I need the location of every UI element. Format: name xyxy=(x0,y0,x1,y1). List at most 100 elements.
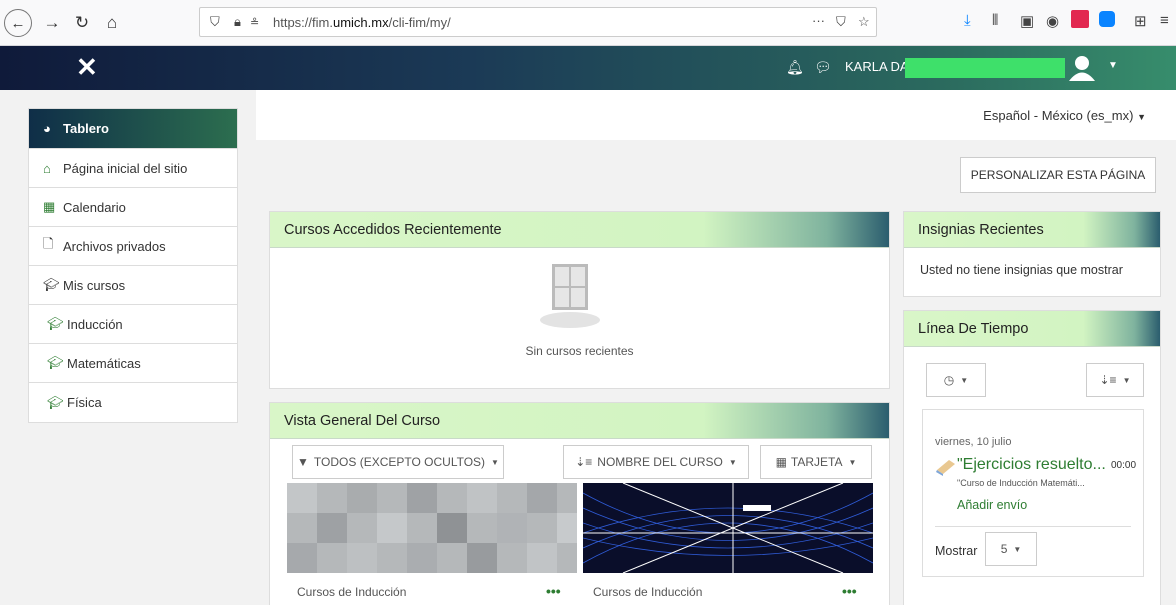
grid-icon: ▦ xyxy=(775,455,787,469)
graduation-cap-icon: 🎓︎ xyxy=(47,394,64,410)
sidebar-icon[interactable]: ▣ xyxy=(1020,12,1034,30)
sidebar-item-calendar[interactable]: ▦ Calendario xyxy=(29,188,237,227)
sidebar-item-label: Archivos privados xyxy=(63,238,166,254)
courses-illustration-icon xyxy=(540,264,600,328)
sidebar-item-label: Inducción xyxy=(67,316,123,332)
clock-icon: ◷ xyxy=(943,373,955,387)
sort-icon: ⇣≡ xyxy=(1099,373,1117,387)
site-navbar: ✕ 🔔︎ 💬︎ KARLA DA ▼ xyxy=(0,46,1176,90)
dashboard-icon: ◕ xyxy=(43,121,51,136)
sidebar-item-home[interactable]: ⌂ Página inicial del sitio xyxy=(29,149,237,188)
view-dropdown[interactable]: ▦ TARJETA ▼ xyxy=(760,445,872,479)
empty-state-text: Sin cursos recientes xyxy=(525,344,634,358)
block-title: Cursos Accedidos Recientemente xyxy=(270,212,889,248)
language-menu[interactable]: Español - México (es_mx) ▼ xyxy=(983,108,1146,123)
block-title: Línea De Tiempo xyxy=(904,311,1160,347)
block-title: Insignias Recientes xyxy=(904,212,1160,248)
graduation-cap-icon: 🎓︎ xyxy=(43,277,60,292)
event-date: viernes, 10 julio xyxy=(935,436,1012,448)
chevron-down-icon: ▼ xyxy=(1137,112,1146,122)
block-title: Vista General Del Curso xyxy=(270,403,889,439)
empty-state-text: Usted no tiene insignias que mostrar xyxy=(920,263,1123,277)
back-button[interactable]: ← xyxy=(4,9,32,37)
redacted-region xyxy=(905,58,1065,78)
sidebar-item-tablero[interactable]: ◕ Tablero xyxy=(29,109,237,149)
pocket-icon[interactable]: ⛉ xyxy=(836,14,846,30)
chevron-down-icon[interactable]: ▼ xyxy=(1108,60,1118,71)
url-text: https://fim.umich.mx/cli-fim/my/ xyxy=(273,15,451,30)
customize-page-button[interactable]: PERSONALIZAR ESTA PÁGINA xyxy=(960,157,1156,193)
sidebar-item-private-files[interactable]: 🗋︎ Archivos privados xyxy=(29,227,237,266)
show-label: Mostrar xyxy=(935,544,978,558)
chevron-down-icon: ▼ xyxy=(491,457,499,467)
account-icon[interactable]: ◉ xyxy=(1046,12,1059,30)
menu-icon[interactable]: ≡ xyxy=(1160,12,1169,29)
course-overview-block: Vista General Del Curso ▼ TODOS (EXCEPTO… xyxy=(269,402,890,605)
course-image[interactable] xyxy=(287,483,577,573)
chevron-down-icon: ▼ xyxy=(1122,375,1131,385)
avatar[interactable] xyxy=(1068,54,1096,82)
chevron-down-icon: ▼ xyxy=(960,375,969,385)
graduation-cap-icon: 🎓︎ xyxy=(47,316,64,331)
sidebar-item-label: Física xyxy=(67,395,102,410)
sidebar-item-induccion[interactable]: 🎓︎ Inducción xyxy=(29,305,237,344)
filter-dropdown[interactable]: ▼ TODOS (EXCEPTO OCULTOS) ▼ xyxy=(292,445,504,479)
bell-icon[interactable]: 🔔︎ xyxy=(786,59,804,76)
shield-icon: ⛉ xyxy=(210,14,220,29)
timeline-block: Línea De Tiempo ◷ ▼ ⇣≡ ▼ viernes, 10 jul… xyxy=(903,310,1161,605)
sidebar-item-label: Matemáticas xyxy=(67,355,141,371)
sidebar-item-label: Tablero xyxy=(63,121,109,136)
event-time: 00:00 xyxy=(1111,460,1137,471)
arrow-right-icon: → xyxy=(43,13,61,32)
course-category: Cursos de Inducción xyxy=(593,585,703,599)
forward-button[interactable]: → xyxy=(38,9,66,37)
permissions-icon: ≗ xyxy=(250,17,260,29)
page-actions-button[interactable]: ··· xyxy=(812,13,825,28)
home-icon: ⌂ xyxy=(106,13,118,32)
arrow-left-icon: ← xyxy=(10,14,26,32)
event-title-link[interactable]: "Ejercicios resuelto... xyxy=(957,456,1106,474)
add-submission-link[interactable]: Añadir envío xyxy=(957,498,1027,512)
library-icon[interactable]: ⫴ xyxy=(992,12,998,29)
browser-toolbar: ← → ↻ ⌂ ⛉ 🔒︎ ≗ https://fim.umich.mx/cli-… xyxy=(0,0,1176,46)
calendar-icon: ▦ xyxy=(43,199,56,214)
extension-puzzle-icon[interactable]: ⊞ xyxy=(1134,12,1147,30)
sort-dropdown[interactable]: ⇣≡ NOMBRE DEL CURSO ▼ xyxy=(563,445,749,479)
timeline-filter-dropdown[interactable]: ◷ ▼ xyxy=(926,363,986,397)
recent-badges-block: Insignias Recientes Usted no tiene insig… xyxy=(903,211,1161,297)
sidebar-item-label: Calendario xyxy=(63,199,126,215)
sidebar-item-label: Página inicial del sitio xyxy=(63,160,188,176)
sort-icon: ⇣≡ xyxy=(575,455,593,469)
bookmark-star-icon[interactable]: ☆ xyxy=(858,14,870,30)
close-drawer-button[interactable]: ✕ xyxy=(76,54,98,80)
chevron-down-icon: ▼ xyxy=(848,457,857,467)
sidebar-item-label: Mis cursos xyxy=(63,277,126,293)
course-image[interactable] xyxy=(583,483,873,573)
sidebar-item-my-courses[interactable]: 🎓︎ Mis cursos xyxy=(29,266,237,305)
chevron-down-icon: ▼ xyxy=(1013,544,1022,554)
sidebar-nav: ◕ Tablero ⌂ Página inicial del sitio ▦ C… xyxy=(28,108,238,423)
lock-icon: 🔒︎ xyxy=(234,14,241,29)
sidebar-item-fisica[interactable]: 🎓︎ Física xyxy=(29,383,237,422)
timeline-sort-dropdown[interactable]: ⇣≡ ▼ xyxy=(1086,363,1144,397)
chevron-down-icon: ▼ xyxy=(728,457,737,467)
assignment-icon xyxy=(936,460,955,476)
home-button[interactable]: ⌂ xyxy=(98,9,126,37)
user-name[interactable]: KARLA DA xyxy=(845,59,909,74)
course-menu-button[interactable]: ••• xyxy=(842,583,857,599)
file-icon: 🗋︎ xyxy=(43,236,54,251)
url-bar[interactable]: ⛉ 🔒︎ ≗ https://fim.umich.mx/cli-fim/my/ … xyxy=(199,7,877,37)
download-icon[interactable]: ⤓ xyxy=(964,12,971,29)
extension-icon[interactable] xyxy=(1071,10,1089,28)
recent-courses-block: Cursos Accedidos Recientemente Sin curso… xyxy=(269,211,890,389)
reload-icon: ↻ xyxy=(74,13,90,32)
graduation-cap-icon: 🎓︎ xyxy=(47,355,64,370)
reload-button[interactable]: ↻ xyxy=(68,9,96,37)
message-icon[interactable]: 💬︎ xyxy=(814,59,832,76)
course-menu-button[interactable]: ••• xyxy=(546,583,561,599)
show-count-dropdown[interactable]: 5 ▼ xyxy=(985,532,1037,566)
sidebar-item-matematicas[interactable]: 🎓︎ Matemáticas xyxy=(29,344,237,383)
container-icon[interactable] xyxy=(1099,11,1115,27)
home-icon: ⌂ xyxy=(43,160,51,176)
course-category: Cursos de Inducción xyxy=(297,585,407,599)
